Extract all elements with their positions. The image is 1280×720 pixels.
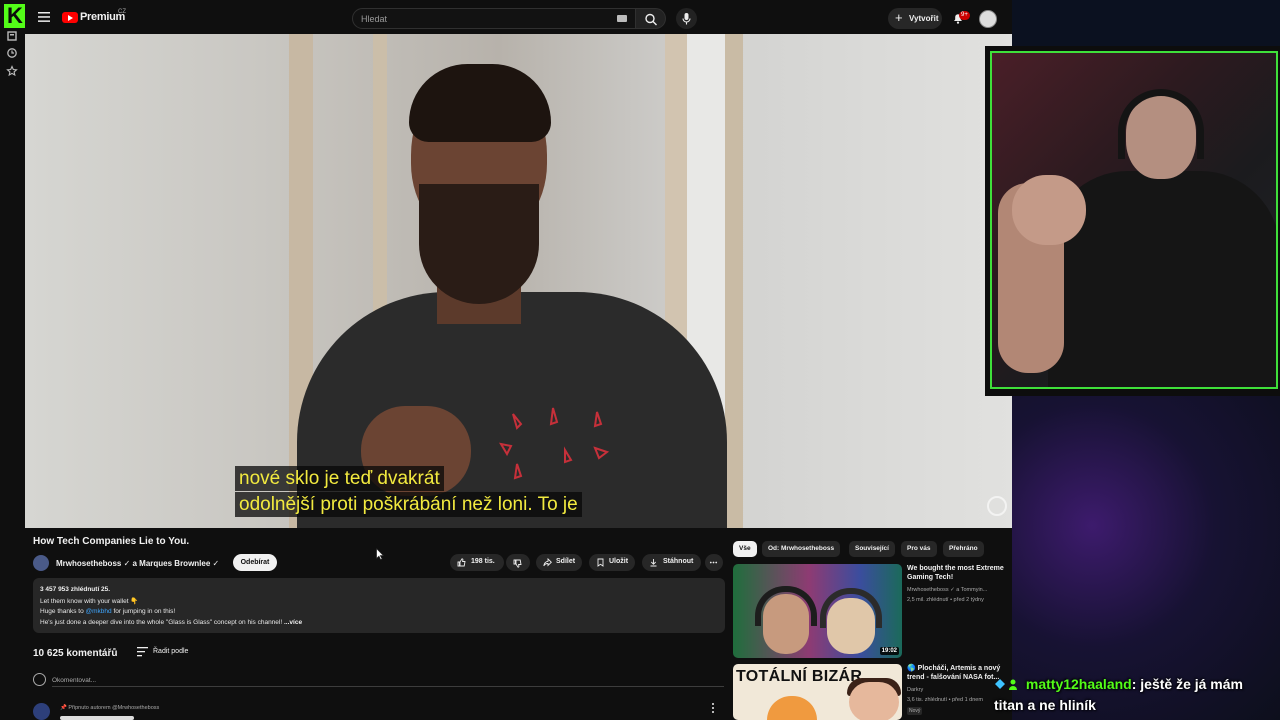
thumbs-down-icon xyxy=(513,559,522,568)
recommended-video-meta: 3,6 tis. zhlédnutí • před 1 dnem xyxy=(907,697,983,703)
history-icon[interactable] xyxy=(6,47,18,59)
stream-background xyxy=(1012,396,1280,720)
video-player[interactable] xyxy=(25,34,1012,528)
recommended-video-title[interactable]: 🌎 Plocháči, Artemis a nový trend - falšo… xyxy=(907,664,1005,682)
library-icon[interactable] xyxy=(6,30,18,42)
create-button[interactable]: + Vytvořit xyxy=(888,8,942,29)
download-icon xyxy=(650,559,657,567)
description-line-1: Let them know with your wallet 👇 xyxy=(40,598,139,605)
notifications-badge: 9+ xyxy=(959,11,970,20)
show-more-link[interactable]: ...více xyxy=(284,619,302,626)
stream-background-top xyxy=(1012,0,1280,46)
hamburger-menu-icon[interactable] xyxy=(38,12,50,22)
video-duration: 19:02 xyxy=(879,647,899,655)
comment-more-icon[interactable] xyxy=(710,702,716,714)
chat-username[interactable]: matty12haaland xyxy=(1026,676,1132,692)
region-code: CZ xyxy=(118,9,126,15)
new-badge: Nový xyxy=(907,707,923,715)
chat-badge-icons xyxy=(994,674,1022,695)
share-button[interactable]: Sdílet xyxy=(536,554,582,571)
dislike-button[interactable] xyxy=(506,554,530,571)
streamer-hands xyxy=(1012,175,1086,245)
description-line-3: He's just done a deeper dive into the wh… xyxy=(40,619,303,626)
streamer-webcam xyxy=(990,51,1278,389)
more-actions-button[interactable] xyxy=(705,554,723,571)
voice-search-button[interactable] xyxy=(676,8,697,29)
share-label: Sdílet xyxy=(556,558,576,565)
subtitle-line-2: odolnější proti poškrábání než loni. To … xyxy=(235,492,582,517)
search-box[interactable] xyxy=(352,8,636,29)
video-title: How Tech Companies Lie to You. xyxy=(33,536,190,547)
mouse-cursor-icon xyxy=(376,548,384,560)
youtube-logo-icon[interactable] xyxy=(62,12,78,23)
download-label: Stáhnout xyxy=(663,558,694,565)
download-button[interactable]: Stáhnout xyxy=(642,554,701,571)
video-subtitles: nové sklo je teď dvakrát odolnější proti… xyxy=(235,466,582,518)
like-count: 198 tis. xyxy=(471,558,495,565)
presenter-hair xyxy=(409,64,551,142)
recommended-video-channel[interactable]: Darkry xyxy=(907,687,923,693)
view-stats: 3 457 953 zhlédnutí 25. xyxy=(40,586,111,593)
filter-chip-watched[interactable]: Přehráno xyxy=(943,541,984,557)
account-avatar[interactable] xyxy=(979,10,997,28)
create-button-label: Vytvořit xyxy=(909,14,939,23)
thumbs-up-icon xyxy=(457,558,466,567)
recommended-video-channel[interactable]: Mrwhosetheboss ✓ a Tommyin... xyxy=(907,587,987,593)
subscribe-button[interactable]: Odebírat xyxy=(233,554,277,571)
video-watermark-icon xyxy=(987,496,1007,516)
presenter-beard xyxy=(419,184,539,304)
recommended-video-thumbnail[interactable]: 19:02 xyxy=(733,564,902,658)
description-line-2: Huge thanks to @mkbhd for jumping in on … xyxy=(40,608,176,615)
more-horizontal-icon xyxy=(709,561,718,564)
save-button[interactable]: Uložit xyxy=(589,554,635,571)
recommended-video-title[interactable]: We bought the most Extreme Gaming Tech! xyxy=(907,564,1007,582)
search-input[interactable] xyxy=(361,12,611,25)
plus-icon: + xyxy=(895,10,903,25)
left-rail xyxy=(0,0,25,720)
like-button[interactable]: 198 tis. xyxy=(450,554,504,571)
keyboard-icon[interactable] xyxy=(617,15,627,22)
sort-by-button[interactable]: Řadit podle xyxy=(153,648,188,655)
filter-chip-channel[interactable]: Od: Mrwhosetheboss xyxy=(762,541,841,557)
filter-chip-for-you[interactable]: Pro vás xyxy=(901,541,937,557)
filter-chip-related[interactable]: Související xyxy=(849,541,895,557)
microphone-icon xyxy=(682,13,691,25)
save-label: Uložit xyxy=(609,558,629,565)
recommended-video-meta: 2,5 mil. zhlédnutí • před 2 týdny xyxy=(907,597,984,603)
share-icon xyxy=(543,558,552,567)
search-icon xyxy=(645,13,657,26)
video-description[interactable]: 3 457 953 zhlédnutí 25. Let them know wi… xyxy=(33,578,725,633)
channel-name[interactable]: Mrwhosetheboss ✓ a Marques Brownlee ✓ xyxy=(56,559,219,568)
subtitle-line-1: nové sklo je teď dvakrát xyxy=(235,466,444,491)
search-button[interactable] xyxy=(636,8,666,29)
pinned-comment-author-chip[interactable] xyxy=(60,716,134,720)
pinned-comment-avatar[interactable] xyxy=(33,703,50,720)
comment-input[interactable] xyxy=(52,674,724,687)
filter-chip-all[interactable]: Vše xyxy=(733,541,757,557)
kick-logo-icon[interactable]: K xyxy=(4,4,26,28)
chat-message: matty12haaland: ještě že já mám titan a … xyxy=(994,674,1274,716)
thumbnail-text: TOTÁLNÍ BIZÁR xyxy=(736,668,863,685)
favorite-star-icon[interactable] xyxy=(6,65,18,77)
streamer-headphones xyxy=(1118,89,1204,159)
comments-count: 10 625 komentářů xyxy=(33,648,118,659)
user-avatar xyxy=(33,673,46,686)
sort-icon[interactable] xyxy=(137,647,148,657)
bookmark-icon xyxy=(597,558,604,567)
recommended-video-thumbnail[interactable]: TOTÁLNÍ BIZÁR xyxy=(733,664,902,720)
pinned-comment-label: 📌 Připnuto autorem @Mrwhosetheboss xyxy=(60,705,160,711)
channel-avatar[interactable] xyxy=(33,555,49,571)
mention-link[interactable]: @mkbhd xyxy=(86,608,112,615)
